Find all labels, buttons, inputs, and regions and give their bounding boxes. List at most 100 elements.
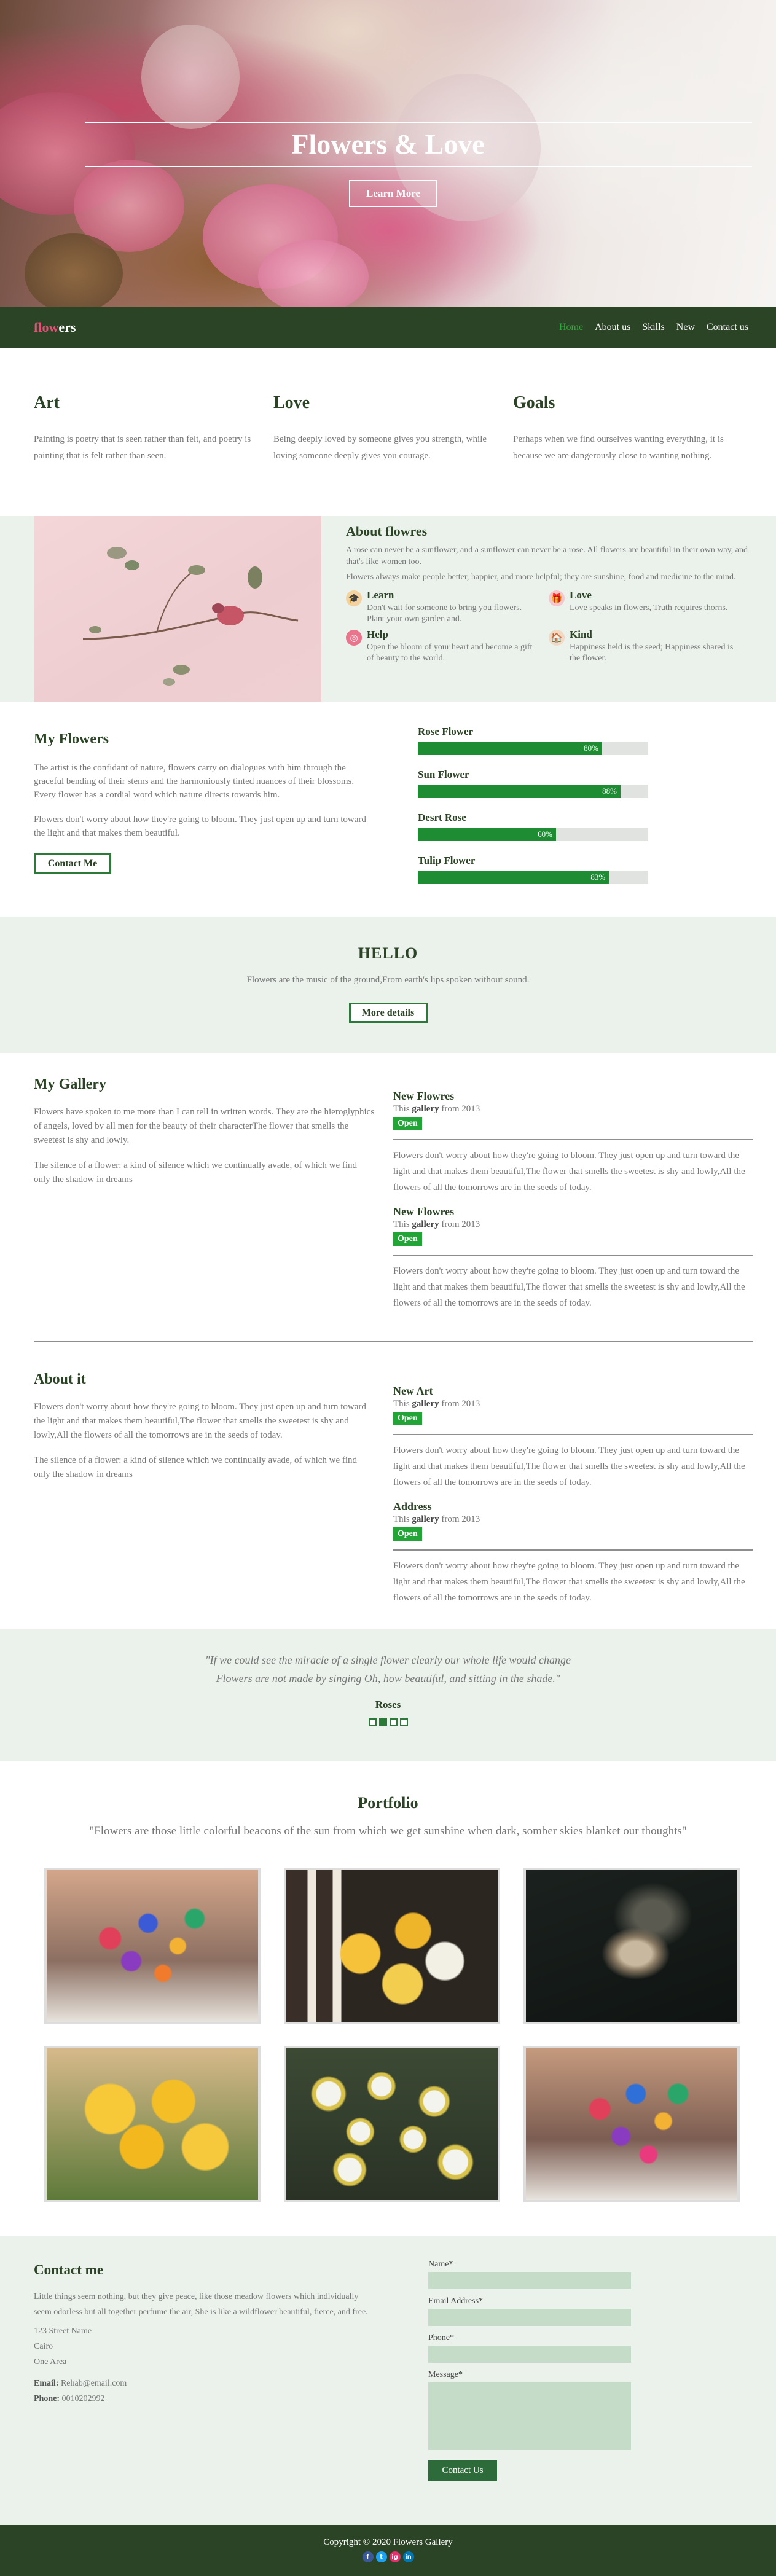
about-title: About flowres [346, 523, 428, 539]
facebook-icon[interactable]: f [362, 2551, 374, 2562]
contact-section: Contact me Little things seem nothing, b… [0, 2236, 776, 2525]
open-button[interactable]: Open [393, 1412, 422, 1425]
nav-skills[interactable]: Skills [642, 322, 664, 333]
hero-bottom-rule [85, 166, 752, 167]
email-field[interactable] [428, 2309, 631, 2326]
divider [393, 1549, 753, 1551]
contact-phone: Phone: 0010202992 [34, 2394, 105, 2403]
feature-title: Love [570, 589, 592, 601]
about-image [34, 516, 321, 702]
linkedin-icon[interactable]: in [402, 2551, 414, 2562]
carousel-dot-active[interactable] [378, 1718, 387, 1726]
about-section: About flowres A rose can never be a sunf… [0, 516, 776, 702]
portfolio-image[interactable] [44, 2046, 261, 2202]
contact-text: Little things seem nothing, but they giv… [34, 2292, 368, 2317]
gallery-item: New Flowres This gallery from 2013 Open … [393, 1205, 753, 1311]
about-paragraph: Flowers always make people better, happi… [346, 573, 736, 582]
carousel-dot[interactable] [368, 1718, 377, 1726]
progress-fill: 83% [418, 871, 609, 884]
quote-line-2: Flowers are not made by singing Oh, how … [216, 1672, 560, 1685]
carousel-dots [0, 1718, 776, 1726]
intro-art: Art Painting is poetry that is seen rath… [34, 393, 273, 464]
about-content: About flowres A rose can never be a sunf… [346, 523, 751, 664]
gallery-paragraph: Flowers have spoken to me more than I ca… [34, 1107, 375, 1145]
my-flowers-title: My Flowers [34, 731, 109, 747]
skills-bars: Rose Flower 80% Sun Flower 88% Desrt Ros… [418, 726, 651, 898]
about-it-item: Address This gallery from 2013 Open Flow… [393, 1500, 753, 1606]
item-title: New Flowres [393, 1205, 455, 1218]
intro-text: Painting is poetry that is seen rather t… [34, 434, 251, 461]
my-flowers-paragraph: The artist is the confidant of nature, f… [34, 763, 355, 800]
contact-me-button[interactable]: Contact Me [34, 853, 111, 874]
logo-part-2: ers [58, 319, 76, 335]
item-meta: This gallery from 2013 [393, 1104, 480, 1114]
intro-text: Perhaps when we find ourselves wanting e… [513, 434, 724, 461]
quote-line-1: "If we could see the miracle of a single… [205, 1654, 571, 1666]
logo-part-1: flow [34, 319, 59, 335]
intro-goals: Goals Perhaps when we find ourselves wan… [513, 393, 753, 464]
name-field[interactable] [428, 2272, 631, 2289]
portfolio-grid [44, 1868, 740, 2202]
logo[interactable]: flowers [34, 319, 76, 335]
intro-title: Art [34, 393, 60, 412]
gallery-paragraph: The silence of a flower: a kind of silen… [34, 1161, 358, 1184]
gallery-text: My Gallery Flowers have spoken to me mor… [34, 1076, 375, 1198]
feature-love: 🎁 Love Love speaks in flowers, Truth requ… [549, 589, 739, 625]
about-it-item: New Art This gallery from 2013 Open Flow… [393, 1385, 753, 1490]
instagram-icon[interactable]: ig [389, 2551, 401, 2562]
divider [393, 1434, 753, 1435]
my-flowers-paragraph: Flowers don't worry about how they're go… [34, 815, 366, 838]
skill-desert-rose: Desrt Rose 60% [418, 812, 651, 841]
address-street: 123 Street Name [34, 2327, 92, 2336]
open-button[interactable]: Open [393, 1232, 422, 1246]
item-title: Address [393, 1500, 432, 1513]
item-meta: This gallery from 2013 [393, 1514, 480, 1524]
nav-about-us[interactable]: About us [595, 322, 630, 333]
hero-section: Flowers & Love Learn More [0, 0, 776, 307]
skill-name: Rose Flower [418, 726, 474, 737]
phone-field[interactable] [428, 2346, 631, 2363]
open-button[interactable]: Open [393, 1117, 422, 1130]
about-it-title: About it [34, 1371, 86, 1387]
portfolio-image[interactable] [523, 1868, 740, 2024]
progress-bar: 88% [418, 785, 648, 798]
nav-new[interactable]: New [676, 322, 695, 333]
nav-contact-us[interactable]: Contact us [707, 322, 748, 333]
twitter-icon[interactable]: t [375, 2551, 387, 2562]
contact-us-button[interactable]: Contact Us [428, 2460, 497, 2481]
gallery-items: New Flowres This gallery from 2013 Open … [393, 1090, 753, 1321]
hello-title: HELLO [358, 944, 418, 962]
learn-more-button[interactable]: Learn More [349, 180, 437, 207]
message-field[interactable] [428, 2382, 631, 2450]
portfolio-section: Portfolio "Flowers are those little colo… [0, 1794, 776, 2202]
item-description: Flowers don't worry about how they're go… [393, 1151, 745, 1192]
feature-text: Happiness held is the seed; Happiness sh… [570, 643, 734, 663]
about-it-paragraph: The silence of a flower: a kind of silen… [34, 1455, 358, 1479]
email-link[interactable]: Rehab@email.com [61, 2379, 127, 2388]
skill-rose: Rose Flower 80% [418, 726, 651, 755]
social-links: f t ig in [0, 2551, 776, 2562]
portfolio-image[interactable] [284, 2046, 500, 2202]
feature-grid: 🎓 Learn Don't wait for someone to bring y… [346, 589, 751, 664]
student-icon: 🎓 [346, 590, 362, 606]
name-label: Name* [428, 2260, 453, 2269]
about-it-text: About it Flowers don't worry about how t… [34, 1371, 375, 1493]
hello-text: Flowers are the music of the ground,From… [246, 975, 530, 985]
feature-text: Open the bloom of your heart and become … [367, 643, 533, 663]
testimonial-section: "If we could see the miracle of a single… [0, 1629, 776, 1761]
feature-learn: 🎓 Learn Don't wait for someone to bring y… [346, 589, 536, 625]
item-description: Flowers don't worry about how they're go… [393, 1446, 745, 1487]
contact-title: Contact me [34, 2262, 104, 2277]
progress-bar: 80% [418, 742, 648, 755]
carousel-dot[interactable] [399, 1718, 408, 1726]
more-details-button[interactable]: More details [348, 1003, 428, 1023]
quote-text: "If we could see the miracle of a single… [0, 1651, 776, 1688]
hero-top-rule [85, 122, 752, 123]
nav-home[interactable]: Home [559, 322, 583, 333]
portfolio-image[interactable] [284, 1868, 500, 2024]
carousel-dot[interactable] [389, 1718, 398, 1726]
portfolio-image[interactable] [523, 2046, 740, 2202]
open-button[interactable]: Open [393, 1527, 422, 1541]
portfolio-image[interactable] [44, 1868, 261, 2024]
feature-title: Learn [367, 589, 394, 601]
